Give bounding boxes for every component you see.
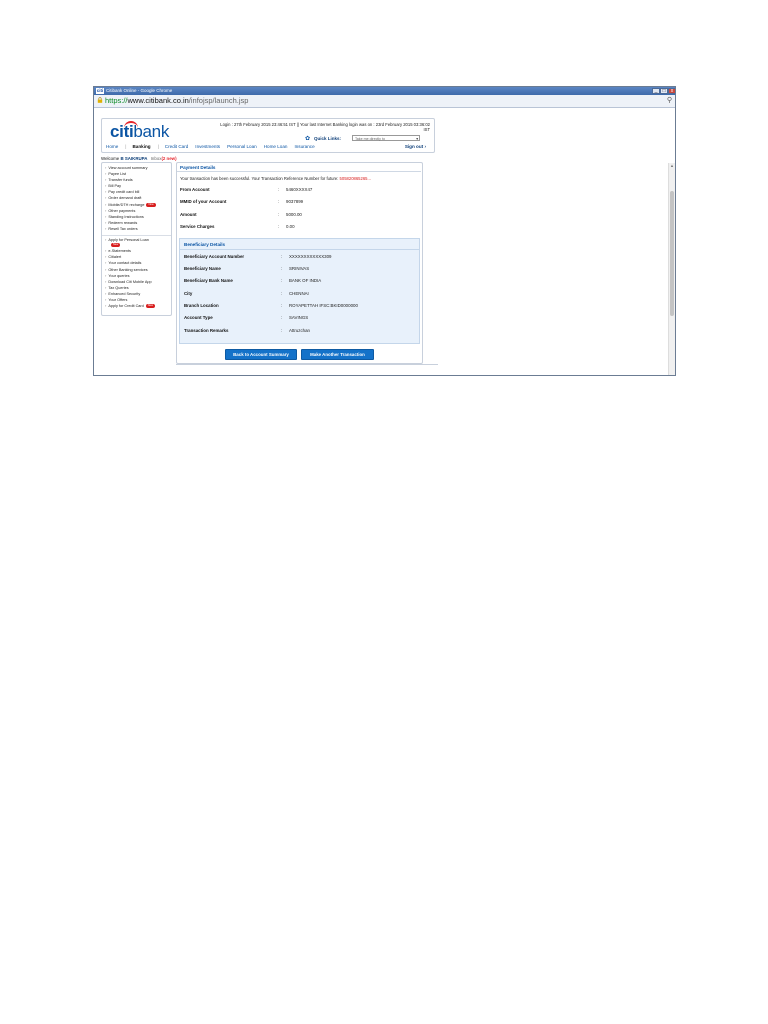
logo-arc-icon (124, 121, 138, 129)
menu-item-apply-credit-card[interactable]: Apply for Credit CardNew (102, 303, 171, 309)
scroll-up-icon[interactable]: ▲ (669, 163, 675, 169)
nav-banking[interactable]: Banking (132, 144, 150, 149)
divider (180, 249, 419, 250)
detail-row-city: City: CHENNAI (184, 291, 309, 296)
nav-credit-card[interactable]: Credit Card (165, 144, 189, 149)
new-badge: New (145, 304, 155, 309)
inbox-link[interactable]: Inbox (151, 156, 162, 161)
payment-details-title: Payment Details (180, 165, 216, 170)
detail-row-service-charges: Service Charges:0.00 (180, 224, 295, 229)
menu-group-transactions: View account summary Payee List Transfer… (102, 164, 171, 237)
scrollbar-thumb[interactable] (670, 191, 674, 316)
site-header: citibank Login : 27th February 2015 23:4… (101, 118, 435, 153)
menu-group-services: Apply for Personal LoanNew e-Statements … (102, 236, 171, 312)
detail-row-beneficiary-account: Beneficiary Account Number: XXXXXXXXXXXX3… (184, 254, 332, 259)
detail-row-account-type: Account Type: SAVINGS (184, 315, 309, 320)
user-name: B SAIKRUPA (120, 156, 148, 161)
menu-item-resell-tax-orders[interactable]: Resell Tax orders (102, 226, 171, 232)
footer-divider (176, 364, 438, 365)
nav-insurance[interactable]: Insurance (294, 144, 314, 149)
chevron-down-icon: ▾ (416, 137, 418, 141)
detail-row-branch-location: Branch Location: ROYAPETTAH IFSC:BKID0000… (184, 303, 358, 308)
detail-row-amount: Amount:5000.00 (180, 212, 302, 217)
quick-links-select[interactable]: Take me directly to ▾ (352, 135, 420, 141)
main-nav: Home | Banking | Credit Card Investments Perso… (106, 144, 315, 149)
new-mail-count[interactable]: (2 new) (161, 156, 176, 161)
page-scrollbar[interactable]: ▲ (668, 163, 675, 375)
citi-favicon-icon: citi (96, 88, 104, 94)
detail-row-beneficiary-bank: Beneficiary Bank Name: BANK OF INDIA (184, 278, 322, 283)
window-title: Citibank Online - Google Chrome (106, 88, 173, 93)
reference-number: 505820865265... (339, 176, 371, 181)
beneficiary-details-title: Beneficiary Details (184, 242, 226, 247)
detail-row-transaction-remarks: Transaction Remarks: Attruzchan (184, 328, 310, 333)
window-title-bar: citi Citibank Online - Google Chrome _ □… (94, 87, 675, 95)
back-to-account-summary-button[interactable]: Back to Account Summary (225, 349, 297, 360)
sign-out-link[interactable]: Sign out › (405, 144, 426, 149)
success-message: Your transaction has been successful. Yo… (180, 176, 371, 181)
login-info: Login : 27th February 2015 23:46:51 IST … (220, 122, 430, 132)
new-badge: New (111, 243, 121, 248)
nav-home[interactable]: Home (106, 144, 118, 149)
quick-links-label: Quick Links: (314, 136, 342, 141)
nav-investments[interactable]: Investments (195, 144, 220, 149)
divider (177, 171, 421, 172)
page-content: citibank Login : 27th February 2015 23:4… (94, 108, 675, 375)
payment-panel: Payment Details Your transaction has bee… (176, 162, 423, 364)
address-bar[interactable]: https://www.citibank.co.in/infojsp/launc… (94, 95, 675, 108)
browser-screenshot: citi Citibank Online - Google Chrome _ □… (93, 86, 676, 376)
url-text[interactable]: https://www.citibank.co.in/infojsp/launc… (105, 96, 248, 106)
new-badge: New (146, 202, 156, 207)
maximize-button[interactable]: □ (660, 88, 668, 94)
detail-row-beneficiary-name: Beneficiary Name: SRINIVAS (184, 266, 310, 271)
minimize-button[interactable]: _ (652, 88, 660, 94)
detail-row-from-account: From Account:5460XXXX47 (180, 187, 313, 192)
close-button[interactable]: x (668, 88, 675, 94)
nav-personal-loan[interactable]: Personal Loan (227, 144, 257, 149)
detail-row-mmid: MMID of your Account:9037899 (180, 199, 304, 204)
citibank-logo[interactable]: citibank (110, 121, 169, 142)
quick-links-icon: ✿ (305, 136, 311, 142)
sidebar-menu: View account summary Payee List Transfer… (101, 162, 172, 317)
beneficiary-panel: Beneficiary Details Beneficiary Account … (179, 238, 420, 344)
lock-icon (97, 97, 103, 103)
nav-home-loan[interactable]: Home Loan (264, 144, 288, 149)
settings-icon[interactable]: ⚲ (667, 96, 672, 106)
menu-item-apply-personal-loan[interactable]: Apply for Personal LoanNew (102, 237, 171, 248)
welcome-bar: Welcome B SAIKRUPA Inbox(2 new) (101, 156, 177, 161)
make-another-transaction-button[interactable]: Make Another Transaction (301, 349, 374, 360)
